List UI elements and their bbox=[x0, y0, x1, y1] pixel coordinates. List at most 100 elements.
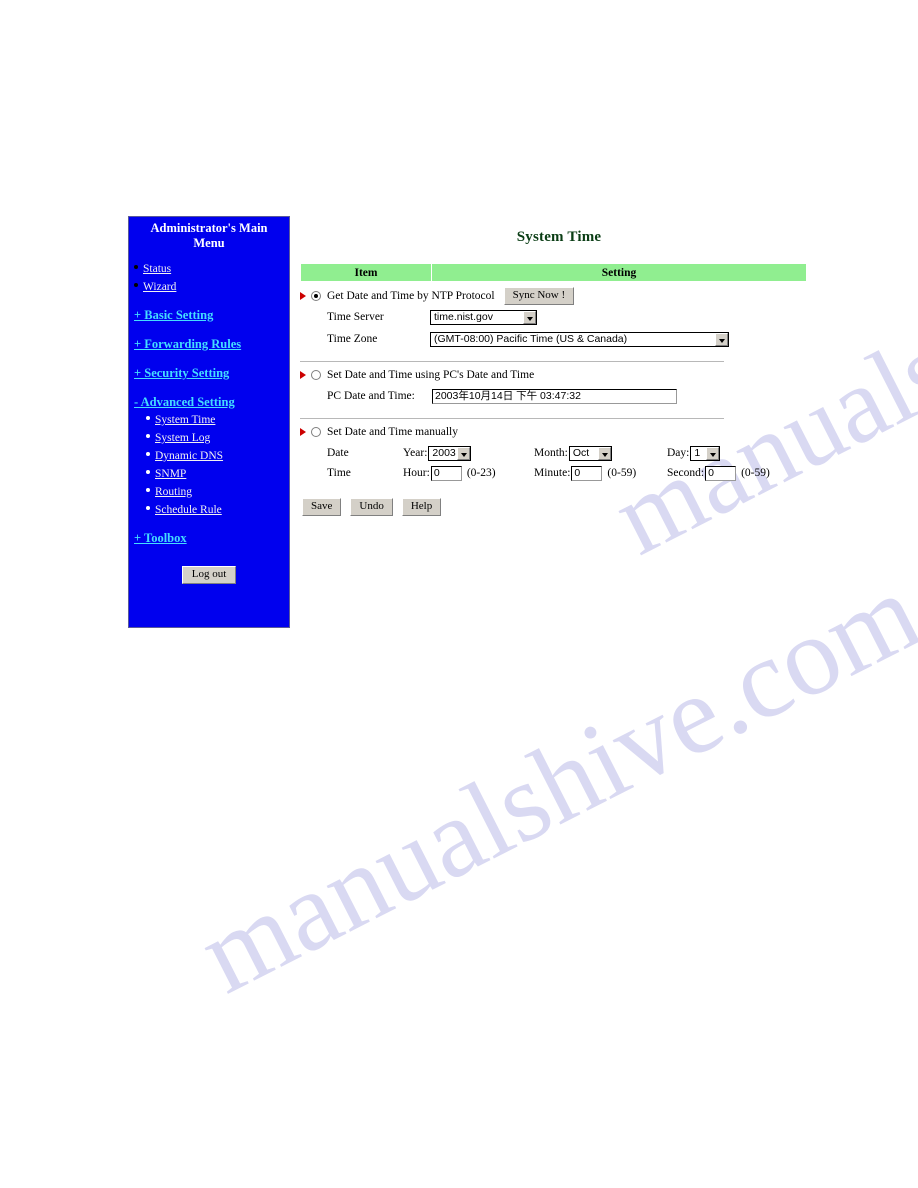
sidebar-link-advanced-setting[interactable]: - Advanced Setting bbox=[134, 395, 235, 410]
sidebar-link-snmp[interactable]: SNMP bbox=[155, 468, 186, 480]
sidebar-advanced-items: System Time System Log Dynamic DNS SNMP … bbox=[129, 411, 289, 518]
sidebar-link-routing[interactable]: Routing bbox=[155, 486, 192, 498]
manual-option-row[interactable]: Set Date and Time manually bbox=[300, 422, 818, 441]
ntp-option-row[interactable]: Get Date and Time by NTP Protocol Sync N… bbox=[300, 286, 818, 305]
hour-input[interactable]: 0 bbox=[430, 465, 462, 481]
manual-date-row: Date Year: 2003 Month: Oct Day: 1 bbox=[300, 443, 818, 463]
sync-now-button[interactable]: Sync Now ! bbox=[503, 286, 575, 305]
sidebar-item-schedule-rule[interactable]: Schedule Rule bbox=[146, 501, 289, 518]
pc-option-block: Set Date and Time using PC's Date and Ti… bbox=[300, 365, 818, 406]
sidebar-item-system-log[interactable]: System Log bbox=[146, 429, 289, 446]
hour-label: Hour: bbox=[403, 467, 430, 479]
pc-datetime-label: PC Date and Time: bbox=[327, 390, 415, 402]
manual-time-label: Time bbox=[327, 467, 351, 479]
chevron-down-icon[interactable] bbox=[523, 310, 536, 324]
chevron-down-icon[interactable] bbox=[597, 446, 611, 460]
sidebar-link-wizard[interactable]: Wizard bbox=[143, 281, 176, 293]
sidebar-link-security-setting[interactable]: + Security Setting bbox=[134, 366, 229, 381]
time-server-value: time.nist.gov bbox=[434, 310, 493, 323]
time-server-label: Time Server bbox=[327, 311, 384, 323]
sidebar-item-wizard[interactable]: Wizard bbox=[134, 278, 289, 295]
bullet-icon bbox=[146, 506, 150, 510]
bullet-icon bbox=[146, 434, 150, 438]
sidebar-item-snmp[interactable]: SNMP bbox=[146, 465, 289, 482]
sidebar-link-schedule-rule[interactable]: Schedule Rule bbox=[155, 504, 222, 516]
sidebar-section-forwarding-rules[interactable]: + Forwarding Rules bbox=[129, 335, 289, 353]
main-content: System Time Item Setting Get Date and Ti… bbox=[300, 216, 818, 516]
page-title: System Time bbox=[516, 229, 602, 245]
time-zone-select[interactable]: (GMT-08:00) Pacific Time (US & Canada) bbox=[430, 331, 729, 347]
year-label: Year: bbox=[403, 447, 428, 459]
month-field: Month: Oct bbox=[534, 445, 667, 461]
manual-datetime-grid: Date Year: 2003 Month: Oct Day: 1 Time H… bbox=[300, 443, 818, 483]
radio-ntp[interactable] bbox=[311, 290, 321, 301]
admin-sidebar: Administrator's Main Menu Status Wizard … bbox=[128, 216, 290, 628]
minute-label: Minute: bbox=[534, 467, 571, 479]
minute-input[interactable]: 0 bbox=[571, 465, 603, 481]
undo-button[interactable]: Undo bbox=[350, 498, 393, 516]
hour-field: Hour: 0 (0-23) bbox=[403, 465, 534, 481]
sidebar-link-toolbox[interactable]: + Toolbox bbox=[134, 531, 187, 546]
bullet-icon bbox=[134, 283, 138, 287]
sidebar-section-basic-setting[interactable]: + Basic Setting bbox=[129, 306, 289, 324]
radio-pc-datetime[interactable] bbox=[311, 369, 321, 380]
sidebar-item-dynamic-dns[interactable]: Dynamic DNS bbox=[146, 447, 289, 464]
day-field: Day: 1 bbox=[667, 445, 787, 461]
logout-button[interactable]: Log out bbox=[181, 566, 237, 584]
bullet-icon bbox=[146, 470, 150, 474]
day-select[interactable]: 1 bbox=[690, 445, 721, 461]
pc-datetime-input[interactable]: 2003年10月14日 下午 03:47:32 bbox=[432, 388, 677, 404]
day-label: Day: bbox=[667, 447, 690, 459]
sidebar-section-security-setting[interactable]: + Security Setting bbox=[129, 364, 289, 382]
chevron-down-icon[interactable] bbox=[706, 446, 720, 460]
divider bbox=[300, 361, 724, 362]
manual-option-label: Set Date and Time manually bbox=[327, 425, 458, 438]
sidebar-section-advanced-setting[interactable]: - Advanced Setting bbox=[129, 393, 289, 411]
time-zone-label: Time Zone bbox=[327, 333, 378, 345]
red-arrow-icon bbox=[300, 427, 306, 436]
day-value: 1 bbox=[694, 446, 701, 459]
column-header-item: Item bbox=[300, 263, 432, 282]
month-select[interactable]: Oct bbox=[568, 445, 612, 461]
time-zone-row: Time Zone (GMT-08:00) Pacific Time (US &… bbox=[300, 329, 818, 349]
radio-manual[interactable] bbox=[311, 426, 321, 437]
year-select[interactable]: 2003 bbox=[428, 445, 472, 461]
bullet-icon bbox=[146, 416, 150, 420]
sidebar-section-toolbox[interactable]: + Toolbox bbox=[129, 529, 289, 547]
save-button[interactable]: Save bbox=[302, 498, 342, 516]
sidebar-link-dynamic-dns[interactable]: Dynamic DNS bbox=[155, 450, 223, 462]
form-actions: Save Undo Help bbox=[300, 496, 818, 516]
sidebar-link-system-time[interactable]: System Time bbox=[155, 414, 215, 426]
watermark-text-lower: manualshive.com bbox=[180, 549, 918, 1018]
table-header-row: Item Setting bbox=[300, 263, 807, 282]
sidebar-link-status[interactable]: Status bbox=[143, 263, 171, 275]
ntp-option-block: Get Date and Time by NTP Protocol Sync N… bbox=[300, 286, 818, 349]
sidebar-link-system-log[interactable]: System Log bbox=[155, 432, 210, 444]
sidebar-link-basic-setting[interactable]: + Basic Setting bbox=[134, 308, 213, 323]
pc-option-label: Set Date and Time using PC's Date and Ti… bbox=[327, 368, 535, 381]
divider bbox=[300, 418, 724, 419]
sidebar-item-routing[interactable]: Routing bbox=[146, 483, 289, 500]
pc-option-row[interactable]: Set Date and Time using PC's Date and Ti… bbox=[300, 365, 818, 384]
second-input[interactable]: 0 bbox=[705, 465, 737, 481]
bullet-icon bbox=[134, 265, 138, 269]
system-time-table: Item Setting bbox=[300, 263, 807, 282]
sidebar-link-forwarding-rules[interactable]: + Forwarding Rules bbox=[134, 337, 241, 352]
sidebar-item-system-time[interactable]: System Time bbox=[146, 411, 289, 428]
bullet-icon bbox=[146, 452, 150, 456]
second-field: Second: 0 (0-59) bbox=[667, 465, 787, 481]
manual-time-row: Time Hour: 0 (0-23) Minute: 0 (0-59) Sec… bbox=[300, 463, 818, 483]
help-button[interactable]: Help bbox=[401, 498, 442, 516]
year-value: 2003 bbox=[432, 446, 456, 459]
manual-date-label: Date bbox=[327, 447, 349, 459]
sidebar-item-status[interactable]: Status bbox=[134, 260, 289, 277]
column-header-setting: Setting bbox=[431, 263, 807, 282]
time-zone-value: (GMT-08:00) Pacific Time (US & Canada) bbox=[434, 332, 628, 345]
red-arrow-icon bbox=[300, 291, 306, 300]
chevron-down-icon[interactable] bbox=[715, 332, 728, 346]
red-arrow-icon bbox=[300, 370, 306, 379]
time-server-row: Time Server time.nist.gov bbox=[300, 307, 818, 327]
year-field: Year: 2003 bbox=[403, 445, 534, 461]
time-server-select[interactable]: time.nist.gov bbox=[430, 309, 537, 325]
chevron-down-icon[interactable] bbox=[457, 446, 471, 460]
